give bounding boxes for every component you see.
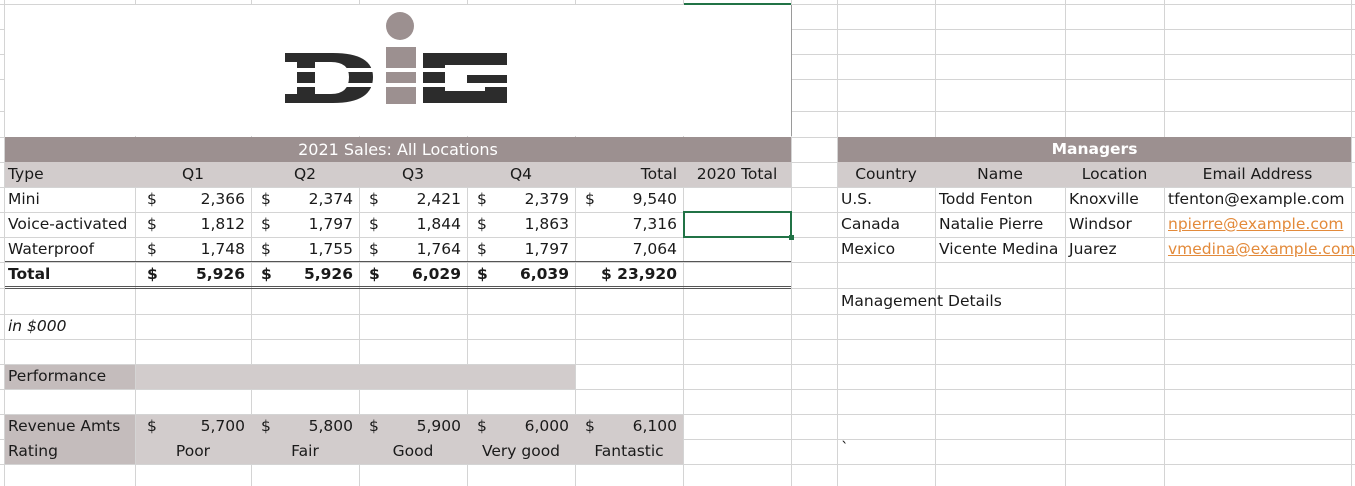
manager-location[interactable]: Windsor: [1065, 212, 1164, 237]
company-logo: [285, 11, 525, 107]
header-type[interactable]: Type: [4, 162, 135, 187]
row-type[interactable]: Mini: [4, 187, 135, 212]
row-type[interactable]: Waterproof: [4, 237, 135, 262]
total-label[interactable]: Total: [4, 262, 135, 287]
header-total[interactable]: Total: [575, 162, 683, 187]
header-q2[interactable]: Q2: [251, 162, 359, 187]
manager-email-link[interactable]: npierre@example.com: [1164, 212, 1351, 237]
manager-name[interactable]: Vicente Medina: [935, 237, 1065, 262]
management-details-label[interactable]: Management Details: [837, 289, 1037, 314]
rating-value[interactable]: Very good: [467, 439, 575, 464]
active-cell-top-indicator: [684, 3, 791, 5]
header-country[interactable]: Country: [837, 162, 935, 187]
q4-value[interactable]: 1,863: [467, 212, 575, 237]
q2-value[interactable]: 1,755: [251, 237, 359, 262]
stray-backtick[interactable]: `: [837, 436, 857, 461]
revenue-amount[interactable]: 5,700: [135, 414, 251, 439]
units-note[interactable]: in $000: [4, 314, 135, 339]
q4-total[interactable]: 6,039: [467, 262, 575, 287]
revenue-amount[interactable]: 6,000: [467, 414, 575, 439]
q1-total[interactable]: 5,926: [135, 262, 251, 287]
spreadsheet-grid[interactable]: 2021 Sales: All Locations Type Q1 Q2 Q3 …: [0, 0, 1355, 486]
manager-name[interactable]: Natalie Pierre: [935, 212, 1065, 237]
header-2020-total[interactable]: 2020 Total: [683, 162, 791, 187]
q3-value[interactable]: 1,844: [359, 212, 467, 237]
performance-label[interactable]: Performance: [4, 364, 135, 389]
revenue-label[interactable]: Revenue Amts: [4, 414, 135, 439]
rating-value[interactable]: Poor: [135, 439, 251, 464]
total-value[interactable]: 7,316: [575, 212, 683, 237]
header-q1[interactable]: Q1: [135, 162, 251, 187]
total-value[interactable]: 9,540: [575, 187, 683, 212]
total-value[interactable]: 7,064: [575, 237, 683, 262]
revenue-amount[interactable]: 6,100: [575, 414, 683, 439]
header-q4[interactable]: Q4: [467, 162, 575, 187]
manager-email-link[interactable]: vmedina@example.com: [1164, 237, 1355, 262]
q3-value[interactable]: 2,421: [359, 187, 467, 212]
managers-title: Managers: [1051, 140, 1138, 158]
q4-value[interactable]: 1,797: [467, 237, 575, 262]
rating-value[interactable]: Fair: [251, 439, 359, 464]
header-name[interactable]: Name: [935, 162, 1065, 187]
performance-bar: [136, 365, 575, 389]
manager-country[interactable]: Canada: [837, 212, 935, 237]
q4-value[interactable]: 2,379: [467, 187, 575, 212]
header-email[interactable]: Email Address: [1164, 162, 1351, 187]
row-type[interactable]: Voice-activated: [4, 212, 135, 237]
header-q3[interactable]: Q3: [359, 162, 467, 187]
selected-cell[interactable]: [683, 211, 792, 238]
manager-location[interactable]: Juarez: [1065, 237, 1164, 262]
q2-value[interactable]: 1,797: [251, 212, 359, 237]
fill-handle[interactable]: [789, 235, 794, 240]
revenue-amount[interactable]: 5,900: [359, 414, 467, 439]
q1-value[interactable]: 1,748: [135, 237, 251, 262]
q1-value[interactable]: 2,366: [135, 187, 251, 212]
rating-label[interactable]: Rating: [4, 439, 135, 464]
q2-total[interactable]: 5,926: [251, 262, 359, 287]
manager-country[interactable]: Mexico: [837, 237, 935, 262]
revenue-amount[interactable]: 5,800: [251, 414, 359, 439]
header-location[interactable]: Location: [1065, 162, 1164, 187]
manager-email[interactable]: tfenton@example.com: [1164, 187, 1351, 212]
sales-title: 2021 Sales: All Locations: [298, 140, 498, 159]
manager-location[interactable]: Knoxville: [1065, 187, 1164, 212]
q3-value[interactable]: 1,764: [359, 237, 467, 262]
rating-value[interactable]: Good: [359, 439, 467, 464]
q1-value[interactable]: 1,812: [135, 212, 251, 237]
rating-value[interactable]: Fantastic: [575, 439, 683, 464]
q3-total[interactable]: 6,029: [359, 262, 467, 287]
grand-total[interactable]: $ 23,920: [575, 262, 683, 287]
q2-value[interactable]: 2,374: [251, 187, 359, 212]
manager-name[interactable]: Todd Fenton: [935, 187, 1065, 212]
manager-country[interactable]: U.S.: [837, 187, 935, 212]
